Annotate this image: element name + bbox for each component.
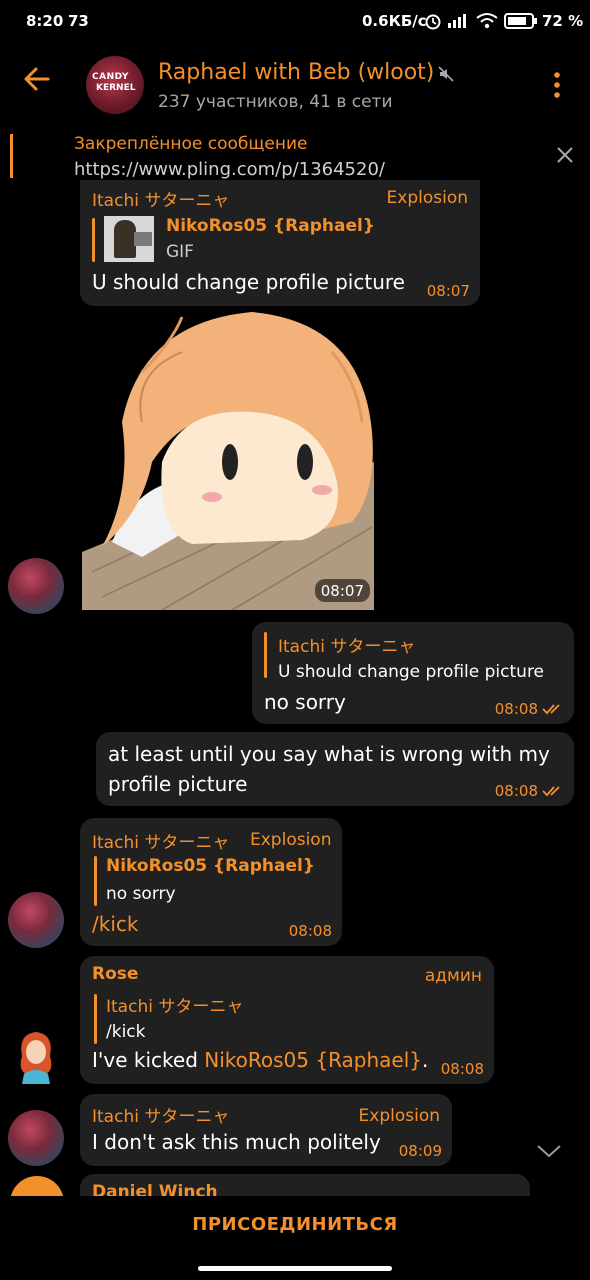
status-extra: 73 (68, 12, 89, 30)
join-button[interactable]: ПРИСОЕДИНИТЬСЯ (0, 1214, 590, 1235)
sticker-message[interactable]: 08:07 (82, 312, 374, 611)
reply-text: /kick (106, 1022, 146, 1042)
sticker-image (82, 312, 374, 611)
chat-header: CANDY KERNEL Raphael with Beb (wloot) 23… (0, 44, 590, 126)
sender-name[interactable]: Itachi サターニャ (92, 186, 229, 211)
status-time: 8:20 (26, 12, 64, 30)
double-check-icon (542, 704, 560, 715)
sticker-time-badge: 08:07 (314, 579, 370, 602)
reply-indicator (94, 856, 97, 906)
message-text-prefix: I've kicked (92, 1048, 205, 1072)
message-text-suffix: . (422, 1048, 429, 1072)
pinned-label: Закреплённое сообщение (74, 134, 308, 154)
wifi-icon (476, 13, 498, 29)
pinned-message[interactable]: Закреплённое сообщение https://www.pling… (0, 126, 590, 186)
sender-name[interactable]: Rose (92, 964, 138, 984)
reply-indicator (264, 632, 267, 678)
message-text: I've kicked NikoRos05 {Raphael}. (92, 1048, 428, 1072)
sender-name[interactable]: Itachi サターニャ (92, 828, 229, 853)
user-avatar[interactable] (8, 892, 64, 948)
user-mention[interactable]: NikoRos05 {Raphael} (204, 1048, 422, 1072)
reply-sender: Itachi サターニャ (278, 637, 416, 657)
avatar-text: KERNEL (96, 83, 136, 93)
bot-avatar[interactable] (16, 1030, 56, 1084)
reply-thumbnail (104, 216, 154, 262)
message-text: no sorry (264, 690, 346, 714)
battery-icon (504, 13, 537, 29)
user-avatar[interactable] (8, 558, 64, 614)
message-time: 08:09 (398, 1142, 442, 1160)
reply-text: GIF (166, 242, 194, 262)
user-avatar[interactable] (8, 1110, 64, 1166)
back-arrow-icon[interactable] (22, 64, 52, 94)
alarm-icon (425, 14, 441, 30)
close-icon[interactable] (556, 146, 574, 164)
message-text-line: profile picture (108, 772, 248, 796)
command-text[interactable]: /kick (92, 912, 138, 936)
bot-avatar-image (20, 1032, 52, 1084)
reply-indicator (92, 218, 95, 262)
pinned-indicator (10, 134, 13, 178)
muted-icon (438, 66, 454, 82)
reply-text: no sorry (106, 884, 176, 904)
member-tag: Explosion (386, 188, 468, 208)
message-time: 08:08 (494, 700, 538, 718)
message-bubble[interactable]: Itachi サターニャ Explosion I don't ask this … (80, 1094, 452, 1166)
message-text: I don't ask this much politely (92, 1130, 381, 1154)
chat-subtitle: 237 участников, 41 в сети (158, 92, 393, 112)
status-bar: 8:20 73 0.6КБ/с 72 % (0, 0, 590, 44)
message-bubble[interactable]: Rose админ Itachi サターニャ /kick I've kicke… (80, 956, 494, 1084)
chat-title[interactable]: Raphael with Beb (wloot) (158, 60, 434, 85)
message-time: 08:07 (426, 282, 470, 300)
reply-text: U should change profile picture (278, 662, 545, 682)
member-tag: Explosion (358, 1106, 440, 1126)
signal-icon (448, 14, 466, 28)
admin-tag: админ (424, 966, 482, 986)
message-time: 08:08 (494, 782, 538, 800)
join-bar: ПРИСОЕДИНИТЬСЯ (0, 1196, 590, 1280)
more-options-icon[interactable] (552, 72, 562, 98)
pinned-link[interactable]: https://www.pling.com/p/1364520/ (74, 159, 385, 180)
message-text-line: at least until you say what is wrong wit… (108, 742, 550, 766)
message-bubble[interactable]: Itachi サターニャ Explosion NikoRos05 {Raphae… (80, 818, 342, 946)
double-check-icon (542, 786, 560, 797)
battery-level: 72 % (542, 12, 584, 30)
home-indicator[interactable] (198, 1266, 392, 1271)
sender-name[interactable]: Itachi サターニャ (92, 1102, 229, 1127)
reply-indicator (94, 994, 97, 1044)
avatar-text: CANDY (92, 72, 129, 82)
reply-sender: Itachi サターニャ (106, 997, 244, 1017)
reply-sender: NikoRos05 {Raphael} (106, 856, 315, 876)
message-time: 08:07 (320, 582, 364, 600)
message-bubble[interactable]: Itachi サターニャ Explosion NikoRos05 {Raphae… (80, 180, 480, 306)
message-time: 08:08 (440, 1060, 484, 1078)
reply-sender: NikoRos05 {Raphael} (166, 216, 375, 236)
group-avatar[interactable]: CANDY KERNEL (86, 56, 144, 114)
message-bubble-outgoing[interactable]: Itachi サターニャ U should change profile pic… (252, 622, 574, 724)
net-speed: 0.6КБ/с (362, 12, 427, 30)
message-time: 08:08 (288, 922, 332, 940)
message-text: U should change profile picture (92, 270, 405, 294)
member-tag: Explosion (250, 830, 332, 850)
scroll-down-chevron-icon[interactable] (536, 1142, 562, 1162)
message-bubble-outgoing[interactable]: at least until you say what is wrong wit… (96, 732, 574, 806)
